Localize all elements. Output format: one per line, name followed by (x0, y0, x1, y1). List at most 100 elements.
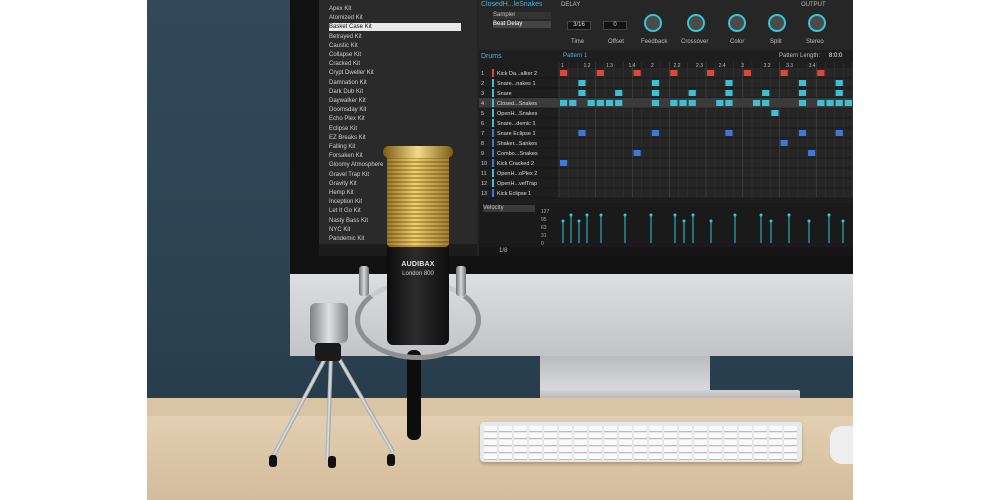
keyboard-key (664, 426, 677, 431)
step-note (707, 70, 715, 76)
step-note (578, 80, 586, 86)
keyboard-key (649, 426, 662, 431)
kit-item[interactable]: Falling Kit (329, 143, 355, 151)
ruler-label: 2.3 (696, 63, 703, 69)
kit-item[interactable]: Echo Plex Kit (329, 115, 365, 123)
kit-item[interactable]: Nasty Bass Kit (329, 217, 368, 225)
keyboard-key (514, 433, 527, 438)
crossover-knob[interactable] (687, 14, 705, 32)
mic-stand-clamp (310, 303, 348, 343)
keyboard-key (784, 440, 797, 445)
step-note (651, 100, 660, 106)
kit-item[interactable]: Cracked Kit (329, 60, 360, 68)
keyboard-key (634, 447, 647, 452)
kit-item[interactable]: Collapse Kit (329, 51, 361, 59)
keyboard-key (499, 426, 512, 431)
kit-item[interactable]: Apex Kit (329, 5, 351, 13)
kit-item[interactable]: Pandemic Kit (329, 235, 364, 243)
kit-item[interactable]: Caustic Kit (329, 42, 358, 50)
velocity-handle[interactable] (569, 213, 573, 217)
keyboard-key (499, 447, 512, 452)
plugin-slot-sampler[interactable]: Sampler (493, 12, 551, 19)
keyboard-key (754, 447, 767, 452)
keyboard-key (604, 440, 617, 445)
keyboard-key (499, 454, 512, 459)
kit-item[interactable]: Gravel Trap Kit (329, 171, 369, 179)
split-knob[interactable] (768, 14, 786, 32)
step-note (651, 80, 660, 86)
velocity-handle[interactable] (649, 213, 653, 217)
velocity-handle[interactable] (769, 219, 773, 223)
sequencer-canvas[interactable]: 1 1.2 1.3 1.4 2 2.2 2.3 2.4 3 3.2 3.3 3.4 1 Kick Da..… (479, 50, 853, 200)
track-name: OpenH...oPlex 2 (497, 171, 537, 177)
keyboard-key (754, 426, 767, 431)
kit-item[interactable]: Gloomy Atmosphere (329, 161, 383, 169)
velocity-handle[interactable] (577, 219, 581, 223)
kit-item[interactable]: Dark Dub Kit (329, 88, 363, 96)
tripod-hub (315, 343, 341, 361)
step-note (560, 160, 568, 166)
kit-item[interactable]: NYC Kit (329, 226, 350, 234)
keyboard-key (724, 433, 737, 438)
step-note (762, 100, 770, 106)
track-name: Snare...demic 1 (497, 121, 536, 127)
kit-item[interactable]: Hemp Kit (329, 189, 354, 197)
kit-item[interactable]: Crypt Dweller Kit (329, 69, 374, 77)
velocity-handle[interactable] (827, 213, 831, 217)
step-size[interactable]: 1/8 (499, 248, 507, 255)
keyboard-key (544, 447, 557, 452)
keyboard-key (529, 440, 542, 445)
velocity-lane[interactable]: Velocity 127 95 63 31 0 (479, 203, 853, 247)
step-note (762, 90, 770, 96)
keyboard-key (754, 433, 767, 438)
stereo-knob[interactable] (808, 14, 826, 32)
velocity-handle[interactable] (561, 219, 565, 223)
velocity-handle[interactable] (759, 213, 763, 217)
kit-item[interactable]: Let It Go Kit (329, 207, 361, 215)
velocity-canvas[interactable]: 1279563310 (479, 203, 853, 247)
plugin-slot-beat-delay[interactable]: Beat Delay (493, 21, 551, 28)
keyboard-key (784, 447, 797, 452)
ruler-label: 2 (651, 63, 654, 69)
knob-label-crossover: Crossover (681, 39, 709, 45)
velocity-handle[interactable] (841, 219, 845, 223)
sound-name[interactable]: ClosedH...leSnakes (481, 1, 542, 8)
feedback-knob[interactable] (644, 14, 662, 32)
time-value[interactable]: 3/16 (567, 21, 591, 30)
kit-item[interactable]: Daywalker Kit (329, 97, 366, 105)
kit-item[interactable]: Damnation Kit (329, 79, 367, 87)
velocity-handle[interactable] (585, 213, 589, 217)
kit-item[interactable]: Forsaken Kit (329, 152, 363, 160)
velocity-handle[interactable] (673, 213, 677, 217)
track-color (492, 169, 494, 177)
kit-item[interactable]: Doomsday Kit (329, 106, 366, 114)
velocity-handle[interactable] (709, 219, 713, 223)
tripod-foot-right (387, 454, 395, 466)
kit-item[interactable]: Inception Kit (329, 198, 362, 206)
keyboard-key (709, 433, 722, 438)
kit-item[interactable]: Basket Case Kit (329, 23, 461, 32)
track-color (492, 119, 494, 127)
kit-item[interactable]: Gravity Kit (329, 180, 357, 188)
velocity-handle[interactable] (691, 213, 695, 217)
velocity-handle[interactable] (623, 213, 627, 217)
track-number: 11 (481, 171, 487, 177)
track-color (492, 89, 494, 97)
kit-item[interactable]: Atomized Kit (329, 14, 363, 22)
offset-value[interactable]: 0 (603, 21, 627, 30)
keyboard-key (559, 440, 572, 445)
velocity-handle[interactable] (733, 213, 737, 217)
monitor-stand (540, 356, 710, 392)
keyboard-key (649, 454, 662, 459)
color-knob[interactable] (728, 14, 746, 32)
velocity-handle[interactable] (599, 213, 603, 217)
kit-item[interactable]: EZ Breaks Kit (329, 134, 366, 142)
velocity-handle[interactable] (682, 219, 686, 223)
kit-item[interactable]: Eclipse Kit (329, 125, 357, 133)
kit-item[interactable]: Betrayed Kit (329, 33, 362, 41)
keyboard-key (769, 440, 782, 445)
velocity-handle[interactable] (787, 213, 791, 217)
velocity-handle[interactable] (807, 219, 811, 223)
mic-brand: AUDIBAX (401, 261, 435, 268)
keyboard-key (484, 433, 497, 438)
